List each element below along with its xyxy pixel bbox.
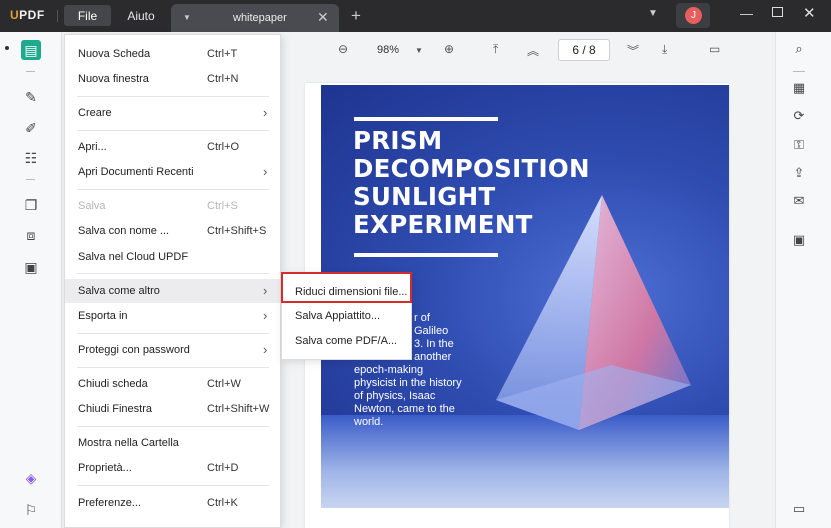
form-icon[interactable]: ☷ bbox=[21, 148, 41, 168]
sidebar-indicator-dot bbox=[5, 46, 9, 50]
menu-item-show-in-folder[interactable]: Mostra nella Cartella bbox=[65, 431, 280, 455]
menu-separator bbox=[77, 426, 269, 427]
organize-pages-icon[interactable]: ❐ bbox=[21, 195, 41, 215]
menu-item-open-recent[interactable]: Apri Documenti Recenti › bbox=[65, 160, 280, 184]
chat-icon[interactable]: ▭ bbox=[790, 500, 808, 518]
submenu-item-save-pdfa[interactable]: Salva come PDF/A... bbox=[282, 329, 411, 353]
edit-pdf-icon[interactable]: ✐ bbox=[21, 118, 41, 138]
email-icon[interactable]: ✉ bbox=[790, 192, 808, 210]
document-tab[interactable]: ▼ whitepaper ✕ bbox=[171, 4, 339, 32]
menu-item-save-cloud[interactable]: Salva nel Cloud UPDF bbox=[65, 245, 280, 269]
avatar-initial: J bbox=[685, 7, 702, 24]
menu-item-new-tab[interactable]: Nuova Scheda Ctrl+T bbox=[65, 42, 280, 66]
maximize-button[interactable] bbox=[772, 7, 783, 17]
chevron-right-icon: › bbox=[263, 308, 268, 323]
help-menu-button[interactable]: Aiuto bbox=[122, 5, 160, 26]
submenu-item-save-flattened[interactable]: Salva Appiattito... bbox=[282, 304, 411, 328]
sidebar-divider bbox=[26, 71, 35, 72]
search-icon[interactable]: ⌕ bbox=[790, 40, 808, 58]
layers-icon[interactable]: ◈ bbox=[21, 468, 41, 488]
chevron-down-icon[interactable]: ▼ bbox=[648, 8, 658, 19]
file-menu-button[interactable]: File bbox=[64, 5, 111, 26]
zoom-dropdown-icon[interactable]: ▼ bbox=[415, 46, 423, 55]
menu-item-open[interactable]: Apri... Ctrl+O bbox=[65, 135, 280, 159]
title-rule-top bbox=[354, 117, 498, 121]
left-sidebar: ▤ ✎ ✐ ☷ ❐ ⧈ ▣ ◈ ⚐ bbox=[0, 32, 62, 528]
zoom-in-icon[interactable]: ⊕ bbox=[444, 42, 454, 56]
sidebar-divider bbox=[793, 71, 805, 72]
highlight-box bbox=[281, 272, 412, 303]
menu-item-new-window[interactable]: Nuova finestra Ctrl+N bbox=[65, 67, 280, 91]
view-toolbar: ⊖ 98% ▼ ⊕ ⤒ ︽ 6 / 8 ︾ ⤓ ▭ bbox=[281, 32, 775, 68]
menu-item-protect-password[interactable]: Proteggi con password › bbox=[65, 338, 280, 362]
menu-item-save-as[interactable]: Salva con nome ... Ctrl+Shift+S bbox=[65, 219, 280, 243]
menu-separator bbox=[77, 333, 269, 334]
menu-separator bbox=[77, 273, 269, 274]
convert-icon[interactable]: ⟳ bbox=[790, 107, 808, 125]
title-separator bbox=[57, 10, 58, 22]
new-tab-button[interactable]: + bbox=[351, 6, 361, 26]
ocr-icon[interactable]: ▦ bbox=[790, 79, 808, 97]
sidebar-divider bbox=[26, 179, 35, 180]
zoom-level[interactable]: 98% bbox=[377, 44, 399, 56]
first-page-icon[interactable]: ⤒ bbox=[493, 42, 498, 57]
menu-item-close-tab[interactable]: Chiudi scheda Ctrl+W bbox=[65, 372, 280, 396]
chevron-right-icon: › bbox=[263, 283, 268, 298]
share-icon[interactable]: ⇪ bbox=[790, 164, 808, 182]
title-bar: UPDF File Aiuto ▼ whitepaper ✕ + ▼ J — ✕ bbox=[0, 0, 831, 32]
avatar[interactable]: J bbox=[676, 3, 710, 28]
menu-separator bbox=[77, 367, 269, 368]
menu-separator bbox=[77, 189, 269, 190]
file-menu-dropdown: Nuova Scheda Ctrl+T Nuova finestra Ctrl+N … bbox=[64, 34, 281, 528]
bookmark-icon[interactable]: ⚐ bbox=[21, 500, 41, 520]
title-rule-bottom bbox=[354, 253, 498, 257]
presentation-icon[interactable]: ▭ bbox=[709, 42, 720, 56]
page-number-input[interactable]: 6 / 8 bbox=[558, 39, 610, 61]
menu-item-save: Salva Ctrl+S bbox=[78, 200, 238, 212]
save-icon[interactable]: ▣ bbox=[790, 231, 808, 249]
zoom-out-icon[interactable]: ⊖ bbox=[338, 42, 348, 56]
comment-icon[interactable]: ✎ bbox=[21, 87, 41, 107]
menu-separator bbox=[77, 96, 269, 97]
app-logo: UPDF bbox=[10, 8, 45, 22]
chevron-right-icon: › bbox=[263, 342, 268, 357]
previous-page-icon[interactable]: ︽ bbox=[527, 42, 539, 59]
next-page-icon[interactable]: ︾ bbox=[627, 42, 639, 59]
close-tab-icon[interactable]: ✕ bbox=[317, 9, 329, 26]
chevron-right-icon: › bbox=[263, 105, 268, 120]
crop-icon[interactable]: ⧈ bbox=[21, 225, 41, 245]
minimize-button[interactable]: — bbox=[740, 6, 753, 21]
cover-title: PRISM DECOMPOSITION SUNLIGHT EXPERIMENT bbox=[353, 126, 590, 239]
menu-separator bbox=[77, 130, 269, 131]
menu-item-save-as-other[interactable]: Salva come altro › bbox=[65, 279, 280, 303]
menu-item-export[interactable]: Esporta in › bbox=[65, 304, 280, 328]
right-sidebar: ⌕ ▦ ⟳ ⚿ ⇪ ✉ ▣ ▭ bbox=[775, 32, 831, 528]
last-page-icon[interactable]: ⤓ bbox=[662, 42, 667, 57]
menu-item-preferences[interactable]: Preferenze... Ctrl+K bbox=[65, 491, 280, 515]
menu-item-create[interactable]: Creare › bbox=[65, 101, 280, 125]
chevron-right-icon: › bbox=[263, 164, 268, 179]
menu-separator bbox=[77, 485, 269, 486]
menu-item-properties[interactable]: Proprietà... Ctrl+D bbox=[65, 456, 280, 480]
menu-item-close-window[interactable]: Chiudi Finestra Ctrl+Shift+W bbox=[65, 397, 280, 421]
ocr-tools-icon[interactable]: ▣ bbox=[21, 257, 41, 277]
close-window-button[interactable]: ✕ bbox=[803, 4, 816, 22]
reader-icon[interactable]: ▤ bbox=[21, 40, 41, 60]
protect-icon[interactable]: ⚿ bbox=[790, 136, 808, 154]
tab-dropdown-icon[interactable]: ▼ bbox=[183, 13, 191, 22]
tab-title: whitepaper bbox=[233, 12, 287, 24]
